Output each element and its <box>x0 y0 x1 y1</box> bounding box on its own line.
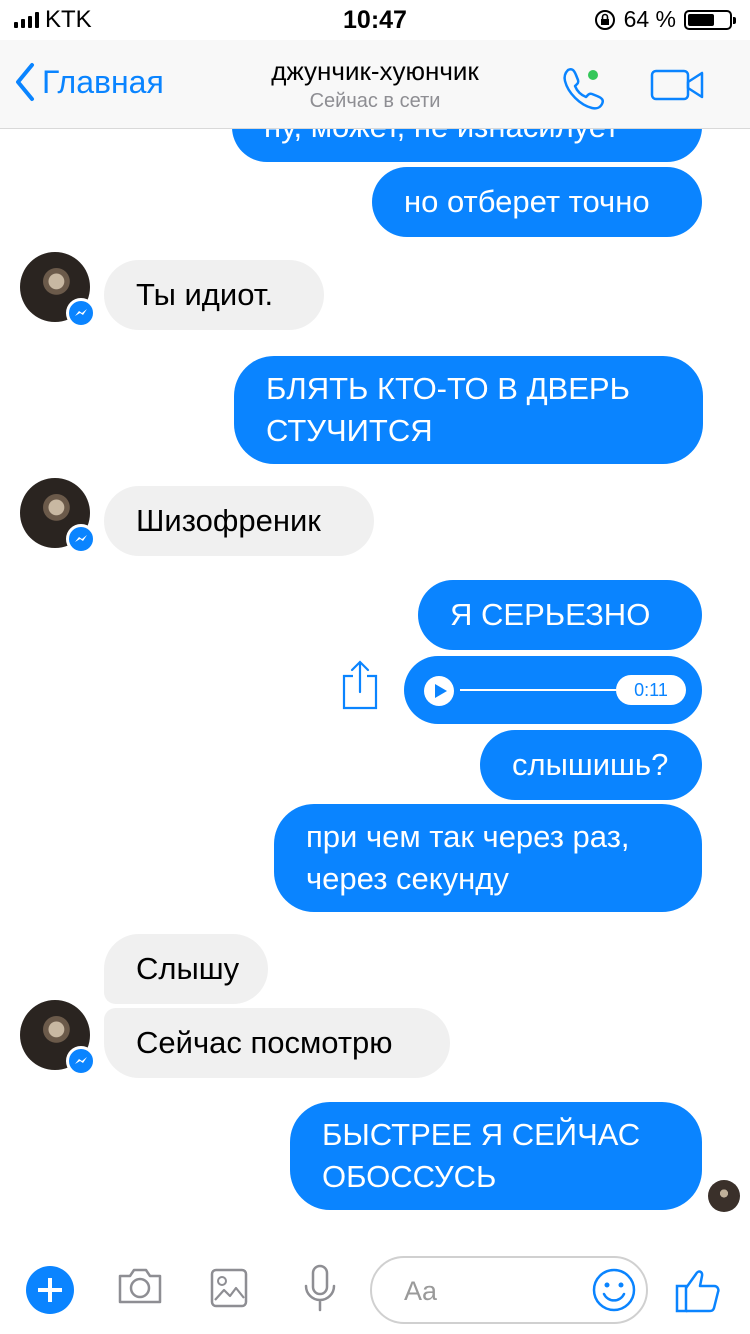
composer-bar <box>0 1238 750 1334</box>
microphone-icon[interactable] <box>302 1264 338 1312</box>
message-bubble[interactable]: Ты идиот. <box>104 260 324 330</box>
message-bubble[interactable]: но отберет точно <box>372 167 702 237</box>
message-bubble[interactable]: БЫСТРЕЕ Я СЕЙЧАС ОБОССУСЬ <box>290 1102 702 1210</box>
messenger-badge-icon <box>66 298 96 328</box>
play-icon[interactable] <box>424 676 454 706</box>
video-call-icon[interactable] <box>650 68 704 102</box>
message-list: ну, может, не изнасилует но отберет точн… <box>0 128 750 1238</box>
messenger-badge-icon <box>66 524 96 554</box>
share-icon[interactable] <box>340 660 380 710</box>
audio-progress-track[interactable] <box>460 689 620 691</box>
status-right: 64 % <box>594 6 736 33</box>
message-bubble[interactable]: ну, может, не изнасилует <box>232 128 702 162</box>
message-bubble[interactable]: Сейчас посмотрю <box>104 1008 450 1078</box>
conversation-title[interactable]: джунчик-хуюнчик <box>0 56 750 87</box>
nav-bar: Главная джунчик-хуюнчик Сейчас в сети <box>0 40 750 129</box>
audio-message[interactable]: 0:11 <box>404 656 702 724</box>
message-bubble[interactable]: Слышу <box>104 934 268 1004</box>
orientation-lock-icon <box>594 9 615 30</box>
battery-icon <box>684 9 736 30</box>
message-input[interactable] <box>402 1270 576 1312</box>
messenger-badge-icon <box>66 1046 96 1076</box>
avatar[interactable] <box>20 252 96 328</box>
camera-icon[interactable] <box>116 1266 164 1306</box>
status-bar: KTK 10:47 64 % <box>0 0 750 40</box>
audio-duration: 0:11 <box>616 675 686 705</box>
avatar[interactable] <box>20 1000 96 1076</box>
thumbs-up-icon[interactable] <box>674 1266 722 1314</box>
message-bubble[interactable]: Шизофреник <box>104 486 374 556</box>
read-receipt-avatar <box>708 1180 740 1212</box>
phone-call-icon[interactable] <box>558 62 608 112</box>
avatar[interactable] <box>20 478 96 554</box>
message-input-container[interactable] <box>370 1256 648 1324</box>
message-bubble[interactable]: БЛЯТЬ КТО-ТО В ДВЕРЬ СТУЧИТСЯ <box>234 356 703 464</box>
emoji-icon[interactable] <box>590 1266 638 1314</box>
message-bubble[interactable]: слышишь? <box>480 730 702 800</box>
message-bubble[interactable]: при чем так через раз, через секунду <box>274 804 702 912</box>
message-bubble[interactable]: Я СЕРЬЕЗНО <box>418 580 702 650</box>
presence-status: Сейчас в сети <box>309 90 441 112</box>
image-icon[interactable] <box>210 1268 248 1308</box>
battery-percent: 64 % <box>623 6 676 32</box>
plus-icon[interactable] <box>26 1266 74 1314</box>
